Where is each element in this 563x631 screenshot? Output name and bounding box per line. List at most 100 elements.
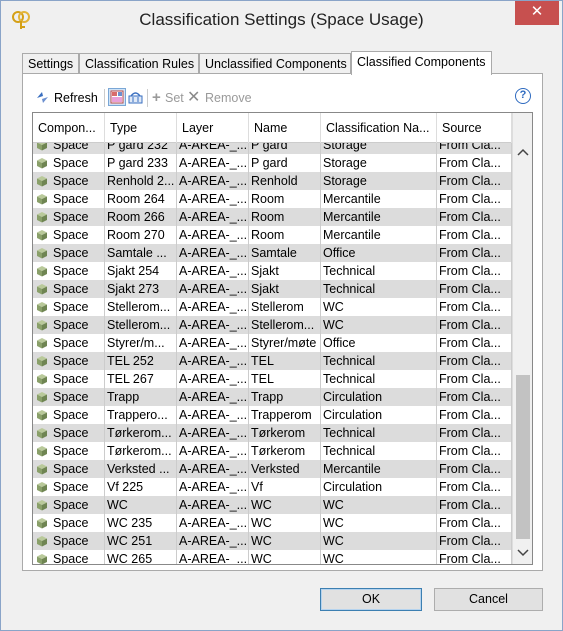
tab-classification-rules[interactable]: Classification Rules [79, 53, 199, 74]
scroll-thumb[interactable] [516, 375, 530, 539]
tab-unclassified-components[interactable]: Unclassified Components [199, 53, 351, 74]
source-cell: From Cla... [437, 143, 512, 154]
table-row[interactable]: Space Verksted ... A-AREA-_... Verksted Merc… [33, 460, 512, 478]
help-icon[interactable]: ? [515, 88, 531, 104]
component-cell: Space [33, 370, 105, 388]
type-cell: Trappero... [105, 406, 177, 424]
table-row[interactable]: Space WC 265 A-AREA-_... WC WC From Cla... [33, 550, 512, 564]
column-header-name[interactable]: Name [249, 113, 321, 143]
ok-button[interactable]: OK [320, 588, 422, 611]
tab-settings[interactable]: Settings [22, 53, 79, 74]
table-row[interactable]: Space Trapp A-AREA-_... Trapp Circulation Fro… [33, 388, 512, 406]
classification-cell: WC [321, 532, 437, 550]
layer-cell: A-AREA-_... [179, 226, 249, 244]
table-row[interactable]: Space WC A-AREA-_... WC WC From Cla... [33, 496, 512, 514]
source-cell: From Cla... [437, 244, 512, 262]
table-row[interactable]: Space Room 266 A-AREA-_... Room Mercantile Fr… [33, 208, 512, 226]
layer-cell: A-AREA-_... [177, 143, 249, 154]
layer-cell: A-AREA-_... [179, 298, 249, 316]
vertical-scrollbar[interactable] [512, 113, 532, 564]
name-cell: Trapp [249, 388, 321, 406]
source-cell: From Cla... [437, 334, 512, 352]
name-cell: Stellerom... [249, 316, 321, 334]
component-label: Space [53, 354, 89, 368]
source-cell: From Cla... [437, 460, 512, 478]
component-cell: Space [33, 226, 105, 244]
source-cell: From Cla... [437, 514, 512, 532]
classification-cell: WC [321, 298, 437, 316]
tab-classified-components[interactable]: Classified Components [351, 51, 492, 75]
space-cube-icon [37, 230, 47, 241]
name-cell: TEL [249, 352, 321, 370]
table-row[interactable]: Space Sjakt 254 A-AREA-_... Sjakt Technical F… [33, 262, 512, 280]
table-row[interactable]: Space Samtale ... A-AREA-_... Samtale Office… [33, 244, 512, 262]
classification-cell: Storage [321, 154, 437, 172]
table-row[interactable]: Space WC 251 A-AREA-_... WC WC From Cla... [33, 532, 512, 550]
classification-cell: Office [321, 334, 437, 352]
basket-icon[interactable] [128, 90, 143, 105]
table-row[interactable]: Space P gard 233 A-AREA-_... P gard Storage F… [33, 154, 512, 172]
scroll-up-icon[interactable] [513, 143, 532, 161]
table-row[interactable]: Space Vf 225 A-AREA-_... Vf Circulation From … [33, 478, 512, 496]
refresh-button[interactable]: Refresh [54, 88, 98, 108]
name-cell: Room [249, 226, 321, 244]
column-header-source[interactable]: Source [437, 113, 512, 143]
name-cell: P gard [249, 154, 321, 172]
source-cell: From Cla... [437, 154, 512, 172]
component-cell: Space [33, 478, 105, 496]
view-options-icon[interactable] [108, 88, 126, 106]
type-cell: Vf 225 [105, 478, 177, 496]
table-row[interactable]: Space P gard 232 A-AREA-_... P gard Storage F… [33, 143, 512, 154]
space-cube-icon [37, 392, 47, 403]
table-row[interactable]: Space Room 270 A-AREA-_... Room Mercantile Fr… [33, 226, 512, 244]
component-cell: Space [33, 280, 105, 298]
remove-icon: ✕ [187, 89, 201, 106]
column-header-layer[interactable]: Layer [177, 113, 249, 143]
space-cube-icon [37, 464, 47, 475]
component-cell: Space [33, 514, 105, 532]
table-row[interactable]: Space TEL 267 A-AREA-_... TEL Technical From … [33, 370, 512, 388]
toolbar-separator [147, 89, 148, 107]
toolbar-separator [104, 89, 105, 107]
space-cube-icon [37, 482, 47, 493]
layer-cell: A-AREA-_... [179, 334, 249, 352]
remove-button[interactable]: Remove [205, 88, 252, 108]
space-cube-icon [37, 536, 47, 547]
space-cube-icon [37, 248, 47, 259]
table-row[interactable]: Space Stellerom... A-AREA-_... Stellerom WC F… [33, 298, 512, 316]
component-cell: Space [33, 208, 105, 226]
table-row[interactable]: Space WC 235 A-AREA-_... WC WC From Cla... [33, 514, 512, 532]
set-button[interactable]: Set [165, 88, 184, 108]
close-button[interactable]: ✕ [515, 1, 559, 25]
table-row[interactable]: Space TEL 252 A-AREA-_... TEL Technical From … [33, 352, 512, 370]
name-cell: Sjakt [249, 262, 321, 280]
table-row[interactable]: Space Renhold 2... A-AREA-_... Renhold Stora… [33, 172, 512, 190]
table-row[interactable]: Space Stellerom... A-AREA-_... Stellerom...… [33, 316, 512, 334]
window-title: Classification Settings (Space Usage) [139, 10, 424, 29]
layer-cell: A-AREA-_... [179, 406, 249, 424]
column-header-component[interactable]: Compon... [33, 113, 105, 143]
table-row[interactable]: Space Tørkerom... A-AREA-_... Tørkerom Techn… [33, 424, 512, 442]
source-cell: From Cla... [437, 496, 512, 514]
source-cell: From Cla... [437, 280, 512, 298]
space-cube-icon [37, 320, 47, 331]
table-row[interactable]: Space Trappero... A-AREA-_... Trapperom Circ… [33, 406, 512, 424]
name-cell: P gard [249, 143, 321, 154]
scroll-down-icon[interactable] [513, 544, 532, 562]
cancel-button[interactable]: Cancel [434, 588, 543, 611]
column-header-classification-name[interactable]: Classification Na... [321, 113, 437, 143]
component-cell: Space [33, 424, 105, 442]
column-header-type[interactable]: Type [105, 113, 177, 143]
classification-cell: Mercantile [321, 460, 437, 478]
table-row[interactable]: Space Tørkerom... A-AREA-_... Tørkerom Techn… [33, 442, 512, 460]
component-label: Space [53, 264, 89, 278]
classification-cell: Technical [321, 280, 437, 298]
classification-cell: Mercantile [321, 208, 437, 226]
table-row[interactable]: Space Styrer/m... A-AREA-_... Styrer/møte Of… [33, 334, 512, 352]
table-row[interactable]: Space Room 264 A-AREA-_... Room Mercantile Fr… [33, 190, 512, 208]
layer-cell: A-AREA-_... [179, 244, 249, 262]
space-cube-icon [37, 194, 47, 205]
component-label: Space [53, 282, 89, 296]
layer-cell: A-AREA-_... [179, 208, 249, 226]
table-row[interactable]: Space Sjakt 273 A-AREA-_... Sjakt Technical F… [33, 280, 512, 298]
